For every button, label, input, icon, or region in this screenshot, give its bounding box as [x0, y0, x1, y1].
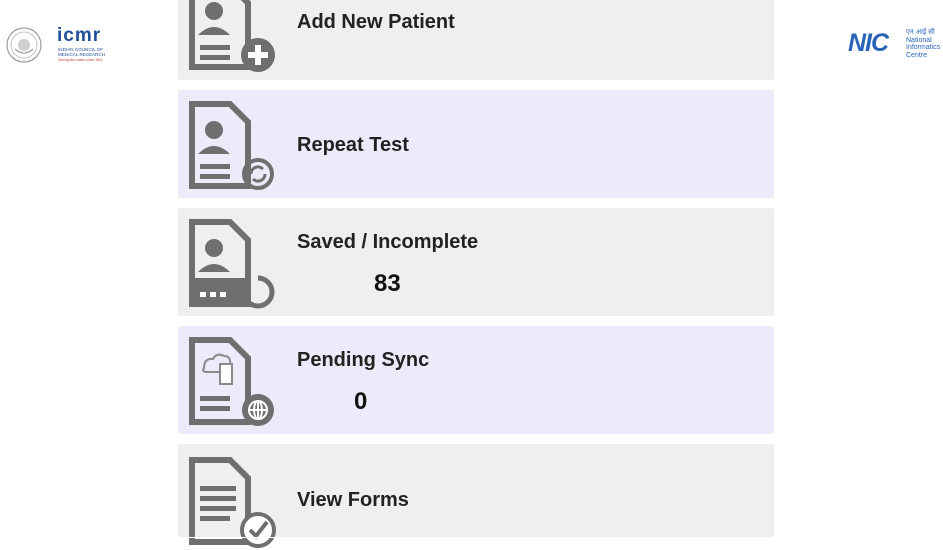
pending-sync-icon — [189, 337, 274, 426]
nic-line4: Centre — [906, 51, 928, 59]
repeat-test-label: Repeat Test — [297, 134, 409, 156]
nic-line2: National — [906, 36, 932, 44]
add-new-patient-button[interactable]: Add New Patient — [178, 0, 774, 80]
nic-line1: एन आई सी — [906, 29, 935, 36]
nic-text-block: एन आई सी National Informatics Centre — [906, 29, 940, 59]
add-patient-icon — [189, 0, 275, 72]
saved-incomplete-button[interactable]: Saved / Incomplete 83 — [178, 208, 774, 316]
icmr-logo: icmr INDIAN COUNCIL OF MEDICAL RESEARCH … — [6, 25, 116, 67]
pending-sync-button[interactable]: Pending Sync 0 — [178, 326, 774, 434]
view-forms-icon — [189, 457, 276, 548]
icmr-line2: MEDICAL RESEARCH — [58, 52, 106, 57]
pending-sync-count: 0 — [354, 388, 368, 415]
icmr-seal-icon — [6, 27, 42, 63]
nic-line3: Informatics — [906, 44, 941, 52]
saved-incomplete-icon — [189, 219, 275, 309]
saved-incomplete-count: 83 — [374, 270, 401, 297]
view-forms-button[interactable]: View Forms — [178, 444, 774, 548]
saved-incomplete-label: Saved / Incomplete — [297, 231, 479, 253]
repeat-test-icon — [189, 101, 274, 190]
pending-sync-label: Pending Sync — [297, 349, 430, 371]
view-forms-label: View Forms — [297, 489, 409, 511]
icmr-tagline: Serving the nation since 1911 — [58, 58, 103, 62]
icmr-brand-text: icmr — [57, 25, 102, 46]
nic-logo: NIC एन आई सी National Informatics Centre — [848, 29, 943, 65]
nic-brand-text: NIC — [848, 29, 889, 57]
repeat-test-button[interactable]: Repeat Test — [178, 90, 774, 198]
add-new-patient-label: Add New Patient — [297, 11, 455, 33]
